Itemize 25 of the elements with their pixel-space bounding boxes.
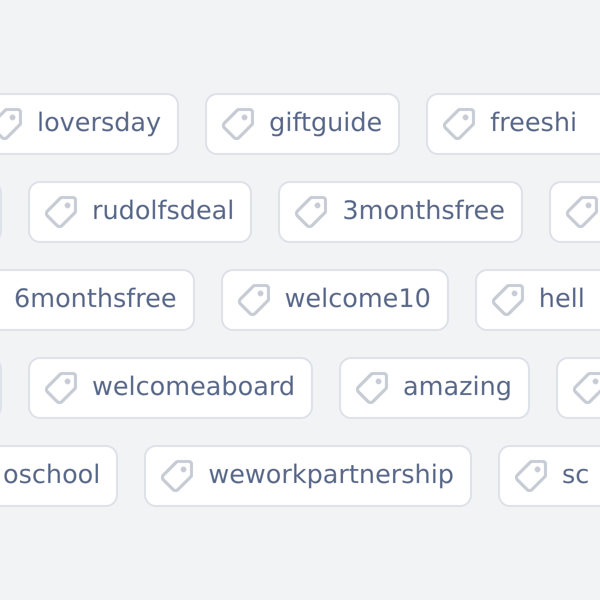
tag-chip[interactable]: giftguide [205,93,400,155]
tag-icon [443,108,476,140]
tag-chip[interactable]: 3monthsfree [278,181,523,243]
tag-chip[interactable]: weworkpartnership [144,445,472,507]
tag-chip[interactable]: sc [498,445,600,507]
tag-chip[interactable]: welcome10 [220,269,449,331]
tag-icon [45,372,77,404]
tag-chip[interactable]: rudolfsdeal [28,181,252,243]
tag-chip[interactable]: hell [474,269,600,331]
tag-icon [572,372,600,404]
tag-icon [45,196,77,228]
tag-chip[interactable]: loversday [0,93,180,155]
tag-icon [295,196,328,228]
tag-icon [161,460,194,492]
tag-chip[interactable]: amazing [339,357,530,419]
tag-icon [514,460,547,492]
tag-chip[interactable]: oschool [0,445,118,507]
tag-icon [238,284,270,316]
tag-icon [356,372,388,404]
tag-icon [492,284,524,316]
tag-chip[interactable]: freeshi [426,93,600,155]
tag-chip[interactable]: 6monthsfree [0,269,195,331]
tag-icon [566,196,598,228]
tag-chip[interactable]: welcomeaboard [28,357,314,419]
tag-icon [222,108,254,140]
